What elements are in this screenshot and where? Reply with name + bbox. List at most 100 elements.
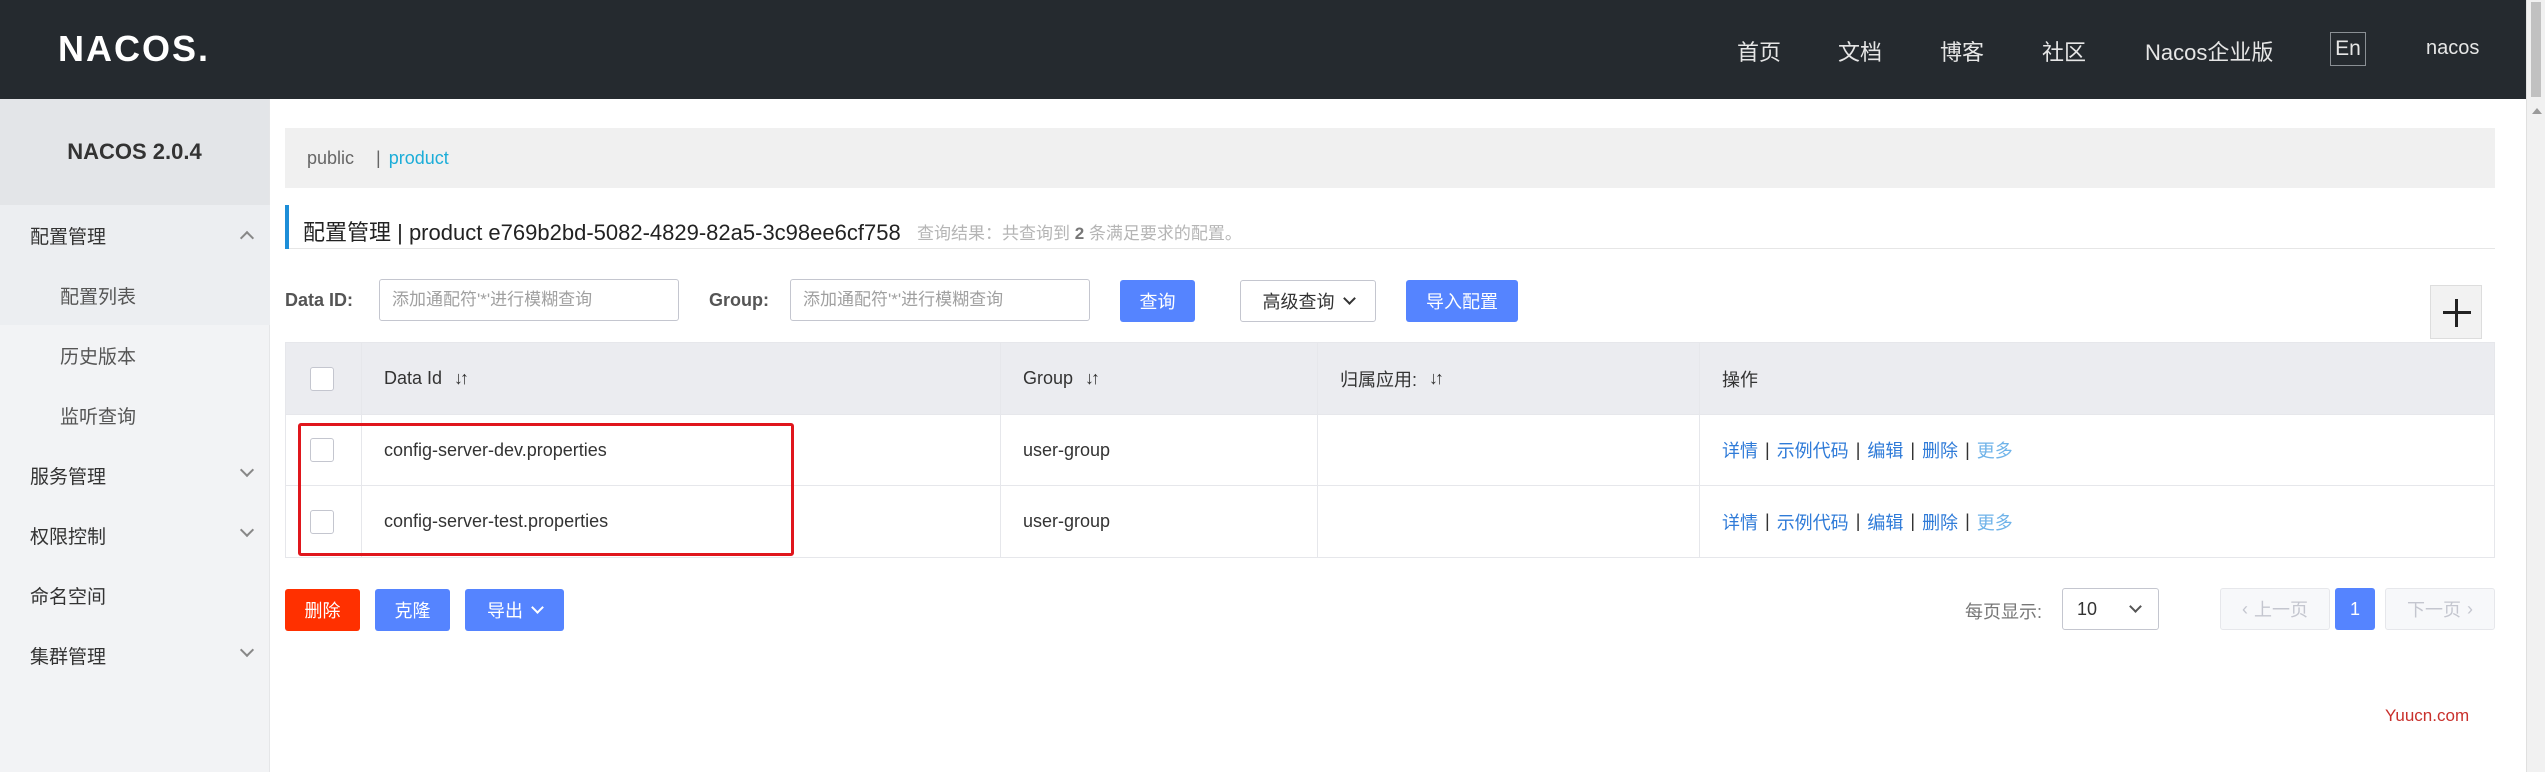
action-sample-code-link[interactable]: 示例代码 <box>1777 509 1849 535</box>
sidebar-item-access-control[interactable]: 权限控制 <box>0 505 270 565</box>
advanced-query-label: 高级查询 <box>1262 292 1335 312</box>
sidebar-item-label: 监听查询 <box>60 406 137 428</box>
sidebar-item-label: 命名空间 <box>30 586 107 608</box>
chevron-left-icon: ‹ <box>2242 598 2248 619</box>
page-scrollbar[interactable] <box>2526 0 2545 772</box>
group-label: Group: <box>709 290 769 310</box>
namespace-product[interactable]: product <box>389 148 449 169</box>
export-button[interactable]: 导出 <box>465 589 564 631</box>
column-header-app[interactable]: 归属应用: ↓↑ <box>1318 343 1700 414</box>
chevron-up-icon <box>239 230 255 246</box>
sidebar-item-config-list[interactable]: 配置列表 <box>0 265 270 325</box>
action-separator: | <box>1855 511 1861 531</box>
sidebar-item-cluster-management[interactable]: 集群管理 <box>0 625 270 685</box>
data-id-label: Data ID: <box>285 290 354 310</box>
scrollbar-thumb[interactable] <box>2531 2 2541 97</box>
row-checkbox[interactable] <box>310 509 334 534</box>
cell-app <box>1318 415 1700 485</box>
cell-group: user-group <box>1001 415 1318 485</box>
action-sample-code-link[interactable]: 示例代码 <box>1777 437 1849 463</box>
sidebar-item-label: 集群管理 <box>30 646 107 668</box>
action-separator: | <box>1765 439 1770 460</box>
column-header-data-id[interactable]: Data Id ↓↑ <box>362 343 1001 414</box>
cell-data-id: config-server-dev.properties <box>362 415 1001 485</box>
watermark: Yuucn.com <box>2385 706 2470 725</box>
title-accent-bar <box>285 205 289 249</box>
scroll-up-icon[interactable] <box>2532 108 2542 114</box>
select-all-checkbox[interactable] <box>310 366 334 391</box>
action-more-link[interactable]: 更多 <box>1977 509 2013 535</box>
page-number-current[interactable]: 1 <box>2335 588 2375 630</box>
sidebar-item-label: 配置管理 <box>30 226 107 248</box>
action-detail-link[interactable]: 详情 <box>1722 509 1758 535</box>
cell-group: user-group <box>1001 486 1318 557</box>
sort-icon[interactable]: ↓↑ <box>1429 368 1444 389</box>
namespace-public[interactable]: public <box>307 148 354 169</box>
row-checkbox-cell <box>286 486 362 557</box>
bulk-delete-button[interactable]: 删除 <box>285 589 360 631</box>
config-table: Data Id ↓↑ Group ↓↑ 归属应用: ↓↑ 操作 config-serv… <box>285 342 2495 558</box>
table-header: Data Id ↓↑ Group ↓↑ 归属应用: ↓↑ 操作 <box>286 343 2494 415</box>
page-title-row: 配置管理 | product e769b2bd-5082-4829-82a5-3… <box>285 205 2495 249</box>
query-button[interactable]: 查询 <box>1120 280 1195 322</box>
sort-icon[interactable]: ↓↑ <box>1085 368 1100 389</box>
page-title: 配置管理 | product e769b2bd-5082-4829-82a5-3… <box>303 220 901 245</box>
sidebar-item-service-management[interactable]: 服务管理 <box>0 445 270 505</box>
action-more-link[interactable]: 更多 <box>1977 437 2013 463</box>
action-edit-link[interactable]: 编辑 <box>1867 437 1903 463</box>
action-detail-link[interactable]: 详情 <box>1722 437 1758 463</box>
cell-data-id: config-server-test.properties <box>362 486 1001 557</box>
user-menu[interactable]: nacos <box>2426 37 2479 60</box>
action-separator: | <box>1965 511 1970 531</box>
chevron-down-icon <box>239 642 255 658</box>
chevron-down-icon <box>2129 600 2142 613</box>
column-header-actions: 操作 <box>1722 369 1758 390</box>
sidebar-item-config-management[interactable]: 配置管理 <box>0 205 270 265</box>
prev-page-button[interactable]: ‹ 上一页 <box>2220 588 2330 630</box>
prev-page-label: 上一页 <box>2254 600 2308 620</box>
clone-button[interactable]: 克隆 <box>375 589 450 631</box>
top-navbar: NACOS. 首页 文档 博客 社区 Nacos企业版 En nacos <box>0 0 2545 99</box>
add-config-button[interactable] <box>2430 285 2482 339</box>
sidebar-item-namespace[interactable]: 命名空间 <box>0 565 270 625</box>
group-input[interactable] <box>790 279 1090 321</box>
query-result-hint: 查询结果：共查询到 2 条满足要求的配置。 <box>917 224 1242 243</box>
nav-community[interactable]: 社区 <box>2042 35 2086 67</box>
action-separator: | <box>1855 439 1861 460</box>
nav-blog[interactable]: 博客 <box>1940 35 1984 67</box>
row-checkbox-cell <box>286 415 362 485</box>
page-size-select[interactable]: 10 <box>2062 588 2159 630</box>
action-delete-link[interactable]: 删除 <box>1922 437 1958 463</box>
nav-home[interactable]: 首页 <box>1737 35 1781 67</box>
sidebar-brand: NACOS 2.0.4 <box>0 99 269 205</box>
next-page-button[interactable]: 下一页 › <box>2385 588 2495 630</box>
action-separator: | <box>1965 439 1970 460</box>
sort-icon[interactable]: ↓↑ <box>454 368 469 389</box>
sidebar-item-history[interactable]: 历史版本 <box>0 325 270 385</box>
nacos-logo[interactable]: NACOS. <box>58 26 210 72</box>
nav-docs[interactable]: 文档 <box>1838 35 1882 67</box>
column-header-group[interactable]: Group ↓↑ <box>1001 343 1318 414</box>
action-delete-link[interactable]: 删除 <box>1922 509 1958 535</box>
nav-enterprise[interactable]: Nacos企业版 <box>2145 35 2273 67</box>
namespace-bar: public | product <box>285 128 2495 188</box>
chevron-right-icon: › <box>2467 598 2473 619</box>
data-id-input[interactable] <box>379 279 679 321</box>
header-checkbox-cell <box>286 343 362 414</box>
result-count: 2 <box>1074 224 1085 243</box>
action-edit-link[interactable]: 编辑 <box>1867 509 1903 535</box>
advanced-query-button[interactable]: 高级查询 <box>1240 280 1376 322</box>
sidebar-item-label: 历史版本 <box>60 346 137 368</box>
export-label: 导出 <box>487 601 523 621</box>
action-separator: | <box>1765 511 1770 531</box>
chevron-down-icon <box>239 462 255 478</box>
sidebar-item-label: 权限控制 <box>30 526 107 548</box>
sidebar-item-listener-query[interactable]: 监听查询 <box>0 385 270 445</box>
chevron-down-icon <box>531 601 544 614</box>
row-checkbox[interactable] <box>310 438 334 462</box>
action-separator: | <box>1910 511 1916 531</box>
chevron-down-icon <box>1342 292 1356 305</box>
import-config-button[interactable]: 导入配置 <box>1406 280 1518 322</box>
action-separator: | <box>1910 439 1916 460</box>
language-toggle[interactable]: En <box>2330 32 2366 66</box>
